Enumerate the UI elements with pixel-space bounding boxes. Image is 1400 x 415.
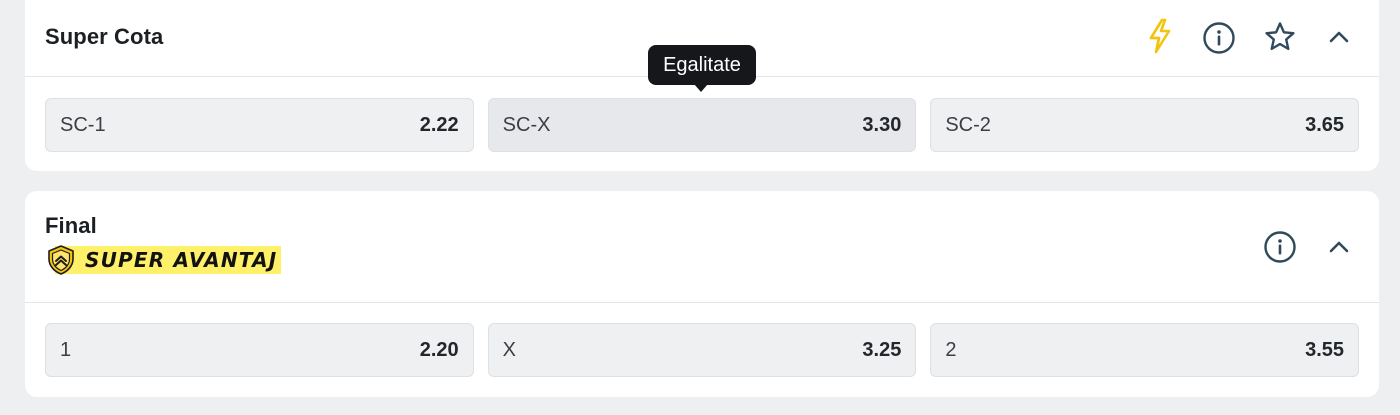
odd-value: 3.30 — [862, 113, 902, 136]
lightning-icon[interactable] — [1142, 18, 1178, 54]
market-title: Final — [45, 213, 97, 238]
outcome-label: 1 — [60, 338, 72, 361]
odd-value: 3.65 — [1305, 113, 1345, 136]
odd-button-sc-1[interactable]: SC-1 2.22 — [45, 98, 474, 152]
super-avantaj-badge: SUPER AVANTAJ — [45, 244, 282, 276]
market-header[interactable]: Final SUPER AVANTAJ — [25, 191, 1379, 303]
odd-value: 2.20 — [419, 338, 459, 361]
outcome-label: SC-X — [502, 113, 551, 136]
odd-button-sc-x[interactable]: SC-X 3.30 — [487, 98, 917, 152]
outcome-label: X — [502, 338, 517, 361]
outcome-label: SC-2 — [945, 113, 991, 136]
chevron-up-icon[interactable] — [1321, 19, 1357, 55]
odds-row: SC-1 2.22 SC-X 3.30 SC-2 3.65 — [45, 98, 1360, 152]
outcome-label: SC-1 — [60, 113, 106, 136]
badge-label: SUPER AVANTAJ — [55, 246, 282, 274]
egalitate-tooltip: Egalitate — [648, 45, 756, 92]
odd-button-sc-2[interactable]: SC-2 3.65 — [930, 98, 1360, 152]
info-icon[interactable] — [1201, 20, 1237, 56]
outcome-label: 2 — [945, 338, 957, 361]
final-market: Final SUPER AVANTAJ 1 2.20 X 3.25 2 3.55 — [25, 191, 1379, 397]
odd-button-2[interactable]: 2 3.55 — [930, 323, 1360, 377]
market-title: Super Cota — [45, 24, 164, 49]
odd-value: 2.22 — [419, 113, 459, 136]
chevron-up-icon[interactable] — [1321, 229, 1357, 265]
shield-icon — [45, 244, 77, 276]
odd-button-x[interactable]: X 3.25 — [487, 323, 917, 377]
odds-row: 1 2.20 X 3.25 2 3.55 — [45, 323, 1360, 377]
odd-button-1[interactable]: 1 2.20 — [45, 323, 474, 377]
odd-value: 3.25 — [862, 338, 902, 361]
star-icon[interactable] — [1262, 19, 1298, 55]
info-icon[interactable] — [1262, 229, 1298, 265]
odd-value: 3.55 — [1305, 338, 1345, 361]
